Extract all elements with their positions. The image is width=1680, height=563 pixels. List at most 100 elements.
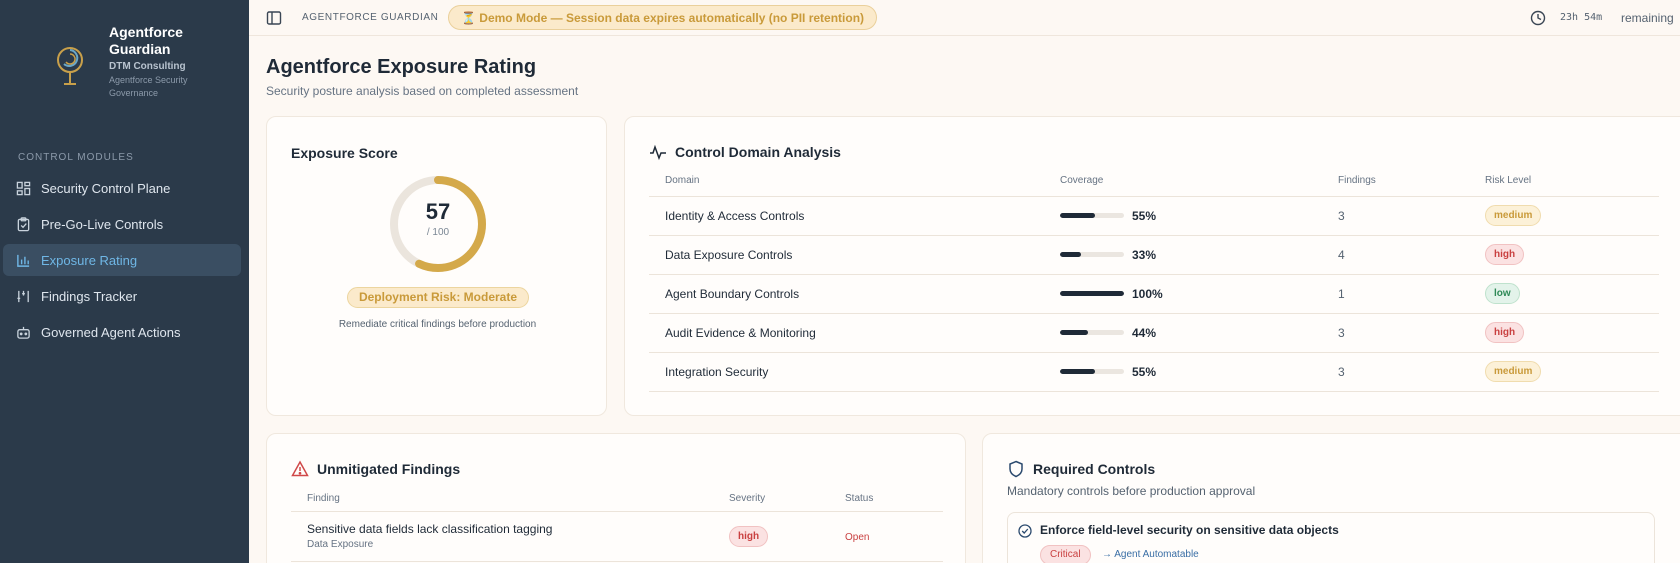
risk-level-badge: medium (1485, 205, 1542, 226)
coverage-bar (1060, 213, 1124, 218)
column-header: Coverage (1044, 166, 1322, 197)
column-header: Findings (1322, 166, 1469, 197)
sidebar-item-label: Governed Agent Actions (41, 324, 181, 340)
findings-count: 1 (1322, 274, 1469, 314)
top-bar: AGENTFORCE GUARDIAN ⏳ Demo Mode — Sessio… (249, 0, 1680, 36)
coverage-bar-fill (1060, 213, 1096, 218)
severity-badge: high (729, 525, 769, 547)
coverage-cell: 55% (1044, 352, 1322, 392)
domain-name: Audit Evidence & Monitoring (649, 313, 1044, 353)
check-circle-icon (1018, 524, 1032, 538)
dashboard-icon (15, 180, 31, 196)
app-title: AGENTFORCE GUARDIAN (302, 12, 439, 23)
required-controls-subtitle: Mandatory controls before production app… (1007, 484, 1256, 498)
coverage-percent: 100% (1132, 286, 1163, 301)
brand-company: DTM Consulting (109, 61, 186, 72)
score-value: 57 (425, 199, 451, 224)
timer-remaining-label: remaining (1621, 11, 1674, 25)
domain-name: Integration Security (649, 352, 1044, 392)
sidebar-nav: Security Control Plane Pre-Go-Live Contr… (3, 172, 241, 352)
risk-cell: high (1469, 313, 1659, 353)
table-row[interactable]: Identity & Access Controls 55% 3 medium (649, 196, 1659, 236)
coverage-bar-fill (1060, 291, 1124, 296)
coverage-cell: 44% (1044, 313, 1322, 353)
findings-count: 4 (1322, 235, 1469, 275)
table-row[interactable]: Sensitive data fields lack classificatio… (291, 511, 943, 562)
exposure-score-title: Exposure Score (291, 145, 398, 161)
findings-count: 3 (1322, 352, 1469, 392)
findings-header: Unmitigated Findings (291, 460, 460, 478)
sidebar-item-label: Findings Tracker (41, 288, 138, 304)
table-row[interactable]: Integration Security 55% 3 medium (649, 352, 1659, 392)
clipboard-check-icon (15, 216, 31, 232)
score-max: / 100 (426, 227, 450, 238)
sidebar: Agentforce Guardian DTM Consulting Agent… (0, 0, 249, 563)
demo-mode-badge: ⏳ Demo Mode — Session data expires autom… (448, 5, 878, 30)
column-header: Finding (291, 486, 713, 512)
risk-level-badge: low (1485, 283, 1520, 304)
guardian-logo-icon (36, 34, 104, 98)
risk-note: Remediate critical findings before produ… (338, 319, 537, 330)
column-header: Status (829, 486, 943, 512)
findings-count: 3 (1322, 196, 1469, 236)
column-header: Domain (649, 166, 1044, 197)
risk-level-badge: medium (1485, 361, 1542, 382)
coverage-cell: 55% (1044, 196, 1322, 236)
tracker-icon (15, 288, 31, 304)
warning-icon (291, 460, 309, 478)
page-subtitle: Security posture analysis based on compl… (266, 84, 579, 98)
findings-count: 3 (1322, 313, 1469, 353)
clock-icon (1530, 10, 1546, 26)
sidebar-item-findings-tracker[interactable]: Findings Tracker (3, 280, 241, 312)
coverage-bar-fill (1060, 252, 1082, 257)
finding-category: Data Exposure (307, 539, 374, 550)
coverage-bar (1060, 291, 1124, 296)
table-row[interactable]: Data Exposure Controls 33% 4 high (649, 235, 1659, 275)
coverage-percent: 44% (1132, 325, 1157, 340)
required-controls-header: Required Controls (1007, 460, 1155, 478)
unmitigated-findings-card: Unmitigated Findings Finding Severity St… (266, 433, 966, 563)
findings-table: Finding Severity Status Sensitive data f… (291, 486, 943, 562)
risk-level-badge: high (1485, 244, 1525, 265)
sidebar-item-label: Security Control Plane (41, 180, 171, 196)
sidebar-toggle-icon[interactable] (266, 10, 282, 26)
deployment-risk-badge: Deployment Risk: Moderate (347, 287, 529, 308)
activity-icon (649, 143, 667, 161)
coverage-bar (1060, 252, 1124, 257)
brand-title: Agentforce Guardian (109, 24, 183, 57)
risk-cell: low (1469, 274, 1659, 314)
sidebar-item-exposure-rating[interactable]: Exposure Rating (3, 244, 241, 276)
coverage-percent: 33% (1132, 247, 1157, 262)
sidebar-item-label: Pre-Go-Live Controls (41, 216, 164, 232)
coverage-percent: 55% (1132, 208, 1157, 223)
domain-table: Domain Coverage Findings Risk Level Iden… (649, 166, 1659, 392)
sidebar-item-pre-go-live-controls[interactable]: Pre-Go-Live Controls (3, 208, 241, 240)
coverage-bar (1060, 330, 1124, 335)
brand-tagline: Agentforce Security Governance (109, 75, 188, 98)
column-header: Severity (713, 486, 829, 512)
domain-name: Data Exposure Controls (649, 235, 1044, 275)
page-title: Agentforce Exposure Rating (266, 56, 537, 78)
sidebar-item-security-control-plane[interactable]: Security Control Plane (3, 172, 241, 204)
required-controls-title: Required Controls (1033, 461, 1156, 477)
risk-level-badge: high (1485, 322, 1525, 343)
brand: Agentforce Guardian DTM Consulting Agent… (16, 22, 241, 102)
sidebar-item-governed-agent-actions[interactable]: Governed Agent Actions (3, 316, 241, 348)
control-domain-title: Control Domain Analysis (675, 144, 841, 160)
risk-cell: medium (1469, 352, 1659, 392)
session-timer: 23h 54m (1560, 12, 1603, 23)
bar-chart-icon (15, 252, 31, 268)
control-domain-card: Control Domain Analysis Domain Coverage … (624, 116, 1680, 416)
table-row[interactable]: Audit Evidence & Monitoring 44% 3 high (649, 313, 1659, 353)
coverage-bar-fill (1060, 330, 1089, 335)
domain-name: Identity & Access Controls (649, 196, 1044, 236)
required-controls-card: Required Controls Mandatory controls bef… (982, 433, 1680, 563)
priority-badge: Critical (1040, 545, 1091, 563)
coverage-percent: 55% (1132, 364, 1157, 379)
required-control-item[interactable]: Enforce field-level security on sensitiv… (1007, 512, 1655, 563)
coverage-bar (1060, 369, 1124, 374)
table-row[interactable]: Agent Boundary Controls 100% 1 low (649, 274, 1659, 314)
risk-cell: high (1469, 235, 1659, 275)
sidebar-item-label: Exposure Rating (41, 252, 138, 268)
exposure-score-card: Exposure Score 57 / 100 Deployment Risk:… (266, 116, 607, 416)
